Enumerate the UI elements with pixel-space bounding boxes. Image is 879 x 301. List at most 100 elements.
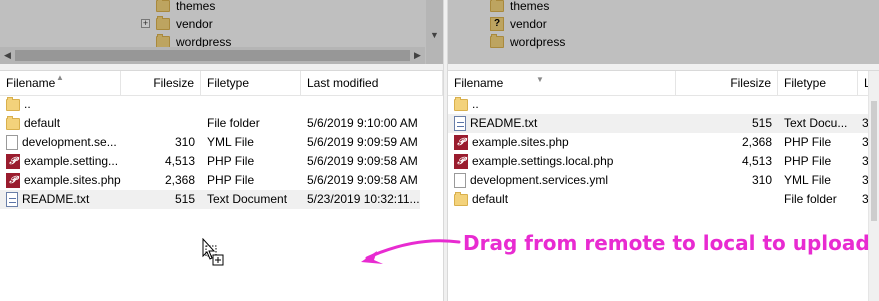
list-item[interactable]: 𝒫example.sites.php 2,368 PHP File 5/6/20… (0, 171, 443, 190)
column-label: Filename (454, 76, 504, 90)
list-item[interactable]: 𝒫example.sites.php 2,368 PHP File 3/. (448, 133, 879, 152)
column-filetype[interactable]: Filetype (201, 71, 301, 95)
column-label: Filename (6, 76, 56, 90)
filetype: YML File (784, 173, 831, 187)
tree-item-label: vendor (510, 17, 547, 31)
remote-directory-tree: themes ? vendor wordpress (448, 0, 879, 64)
tree-item-wordpress[interactable]: wordpress (490, 33, 565, 51)
list-item[interactable]: .. (0, 95, 443, 114)
folder-icon (6, 96, 20, 111)
column-label: Filesize (730, 76, 771, 90)
pink-arrow-icon (361, 239, 461, 264)
filesize: 2,368 (741, 135, 772, 149)
scroll-right-icon[interactable]: ▶ (410, 47, 425, 64)
annotation-text: Drag from remote to local to upload (463, 231, 870, 255)
scrollbar-thumb[interactable] (871, 101, 877, 221)
column-filetype[interactable]: Filetype (778, 71, 858, 95)
column-label: Last modified (307, 76, 379, 90)
folder-icon (490, 34, 504, 48)
remote-list-header: ▼ Filename Filesize Filetype La (448, 71, 879, 96)
text-file-icon (454, 116, 466, 131)
list-item[interactable]: README.txt 515 Text Docu... 3/. (448, 114, 879, 133)
filename: example.sites.php (472, 135, 569, 149)
local-file-list: .. default File folder 5/6/2019 9:10:00 … (0, 95, 443, 209)
filetype: Text Docu... (784, 116, 848, 130)
php-file-icon: 𝒫 (454, 135, 468, 150)
list-item[interactable]: development.se... 310 YML File 5/6/2019 … (0, 133, 443, 152)
folder-icon (490, 0, 504, 12)
filesize: 515 (751, 116, 772, 130)
tree-item-label: wordpress (510, 35, 566, 49)
column-label: Filetype (207, 76, 250, 90)
column-filesize[interactable]: Filesize (121, 71, 201, 95)
php-file-icon: 𝒫 (6, 173, 20, 188)
remote-pane: themes ? vendor wordpress ▼ Filename Fil… (448, 0, 879, 301)
filename: default (472, 192, 509, 206)
file-icon (6, 135, 18, 150)
filesize: 310 (174, 135, 195, 149)
tree-item-vendor[interactable]: ? vendor (490, 15, 547, 33)
filesize: 4,513 (741, 154, 772, 168)
filetype: PHP File (784, 135, 832, 149)
tree-item-themes[interactable]: themes (490, 0, 549, 15)
filename: development.services.yml (470, 173, 609, 187)
list-item[interactable]: default File folder 3/. (448, 190, 879, 209)
filename: example.setting... (24, 154, 118, 168)
php-file-icon: 𝒫 (454, 154, 468, 169)
list-item[interactable]: .. (448, 95, 879, 114)
list-item[interactable]: 𝒫example.setting... 4,513 PHP File 5/6/2… (0, 152, 443, 171)
filesize: 2,368 (164, 173, 195, 187)
filetype: File folder (207, 116, 260, 130)
drag-copy-cursor-icon (202, 238, 224, 266)
last-modified: 5/6/2019 9:09:59 AM (307, 135, 418, 149)
filetype: PHP File (207, 173, 255, 187)
filetype: PHP File (784, 154, 832, 168)
unknown-folder-icon: ? (490, 17, 504, 31)
list-item[interactable]: README.txt 515 Text Document 5/23/2019 1… (0, 190, 420, 209)
filesize: 4,513 (164, 154, 195, 168)
scroll-down-icon[interactable]: ▼ (426, 30, 443, 40)
scrollbar-thumb[interactable] (15, 50, 410, 61)
pane-divider[interactable] (0, 64, 443, 71)
list-item[interactable]: default File folder 5/6/2019 9:10:00 AM (0, 114, 443, 133)
filename: default (24, 116, 61, 130)
tree-item-vendor[interactable]: vendor (156, 15, 213, 33)
folder-icon (454, 191, 468, 206)
last-modified: 5/6/2019 9:10:00 AM (307, 116, 418, 130)
filesize: 515 (174, 192, 195, 206)
expand-icon[interactable]: + (141, 19, 150, 28)
filename: README.txt (470, 116, 538, 130)
local-directory-tree: themes + vendor wordpress ◀ ▶ ▼ (0, 0, 443, 64)
local-list-header: ▲ Filename Filesize Filetype Last modifi… (0, 71, 443, 96)
remote-list-scrollbar[interactable] (868, 71, 879, 301)
folder-icon (156, 16, 170, 30)
filetype: PHP File (207, 154, 255, 168)
sort-ascending-icon: ▲ (56, 73, 64, 82)
filetype: Text Document (207, 192, 288, 206)
list-item[interactable]: development.services.yml 310 YML File 3/… (448, 171, 879, 190)
filesize: 310 (751, 173, 772, 187)
column-label: Filetype (784, 76, 827, 90)
text-file-icon (6, 192, 18, 207)
scroll-left-icon[interactable]: ◀ (0, 47, 15, 64)
tree-item-label: themes (510, 0, 550, 13)
last-modified: 5/23/2019 10:32:11... (307, 192, 419, 206)
filename: README.txt (22, 192, 90, 206)
filename: .. (24, 97, 31, 111)
column-last-modified[interactable]: Last modified (301, 71, 443, 95)
last-modified: 5/6/2019 9:09:58 AM (307, 173, 418, 187)
column-label: Filesize (153, 76, 194, 90)
filetype: YML File (207, 135, 254, 149)
php-file-icon: 𝒫 (6, 154, 20, 169)
tree-vertical-scrollbar[interactable]: ▼ (426, 0, 443, 64)
column-filename[interactable]: ▼ Filename (448, 71, 676, 95)
pane-divider[interactable] (448, 64, 879, 71)
tree-item-themes[interactable]: themes (156, 0, 215, 15)
list-item[interactable]: 𝒫example.settings.local.php 4,513 PHP Fi… (448, 152, 879, 171)
sort-descending-icon: ▼ (536, 75, 544, 84)
column-filename[interactable]: ▲ Filename (0, 71, 121, 95)
filename: example.sites.php (24, 173, 121, 187)
filename: .. (472, 97, 479, 111)
column-filesize[interactable]: Filesize (676, 71, 778, 95)
tree-horizontal-scrollbar[interactable]: ◀ ▶ (0, 47, 425, 64)
